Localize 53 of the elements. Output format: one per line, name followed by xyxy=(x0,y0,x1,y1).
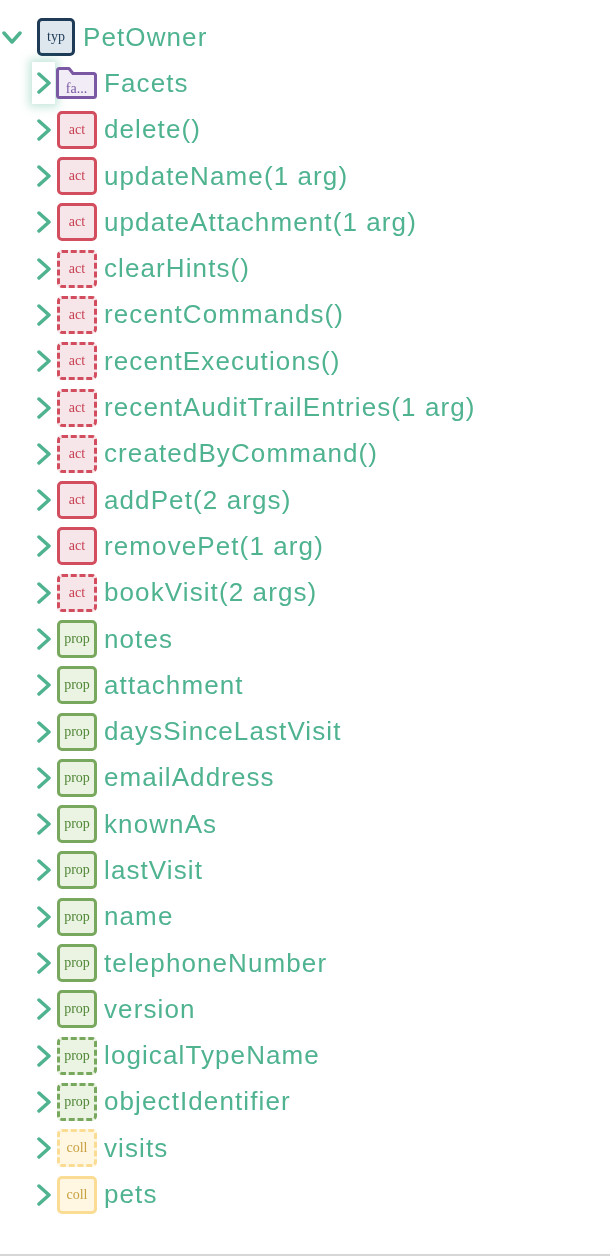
node-label[interactable]: knownAs xyxy=(104,808,218,840)
node-label[interactable]: updateName(1 arg) xyxy=(104,160,349,192)
node-label[interactable]: updateAttachment(1 arg) xyxy=(104,206,417,238)
action-badge: act xyxy=(57,434,97,473)
node-label[interactable]: name xyxy=(104,901,174,933)
folder-badge: fa... xyxy=(55,67,98,100)
property-badge: prop xyxy=(57,758,97,797)
collection-badge: coll xyxy=(57,1129,97,1168)
node-label[interactable]: attachment xyxy=(104,669,244,701)
action-badge: act xyxy=(57,157,97,196)
action-badge: act xyxy=(57,295,97,334)
node-label[interactable]: bookVisit(2 args) xyxy=(104,577,318,609)
action-badge: act xyxy=(57,203,97,242)
node-label[interactable]: recentExecutions() xyxy=(104,345,341,377)
node-label[interactable]: removePet(1 arg) xyxy=(104,530,324,562)
property-badge: prop xyxy=(57,990,97,1029)
node-label[interactable]: clearHints() xyxy=(104,253,251,285)
node-label[interactable]: emailAddress xyxy=(104,762,275,794)
expand-toggle[interactable] xyxy=(32,62,55,105)
action-badge: act xyxy=(57,527,97,566)
action-badge: act xyxy=(57,342,97,381)
property-badge: prop xyxy=(57,944,97,983)
action-badge: act xyxy=(57,388,97,427)
action-badge: act xyxy=(57,110,97,149)
action-badge: act xyxy=(57,573,97,612)
property-badge: prop xyxy=(57,712,97,751)
node-label[interactable]: addPet(2 args) xyxy=(104,484,292,516)
node-label[interactable]: objectIdentifier xyxy=(104,1086,291,1118)
node-label[interactable]: Facets xyxy=(104,67,189,99)
node-label[interactable]: version xyxy=(104,993,196,1025)
action-badge: act xyxy=(57,249,97,288)
node-label[interactable]: lastVisit xyxy=(104,855,203,886)
property-badge: prop xyxy=(57,1036,97,1075)
node-label[interactable]: telephoneNumber xyxy=(104,947,328,979)
property-badge: prop xyxy=(57,851,97,890)
type-badge: typ xyxy=(37,18,75,57)
node-label[interactable]: visits xyxy=(104,1132,169,1164)
node-label[interactable]: logicalTypeName xyxy=(104,1040,320,1072)
node-label[interactable]: createdByCommand() xyxy=(104,438,379,470)
node-label[interactable]: recentCommands() xyxy=(104,299,345,331)
node-label[interactable]: daysSinceLastVisit xyxy=(104,716,342,748)
collection-badge: coll xyxy=(57,1175,97,1214)
property-badge: prop xyxy=(57,620,97,658)
property-badge: prop xyxy=(57,1082,97,1121)
property-badge: prop xyxy=(57,805,97,844)
property-badge: prop xyxy=(57,897,97,936)
action-badge: act xyxy=(57,481,97,520)
property-badge: prop xyxy=(57,666,97,705)
node-label[interactable]: recentAuditTrailEntries(1 arg) xyxy=(104,392,476,423)
node-label[interactable]: PetOwner xyxy=(83,21,208,53)
node-label[interactable]: pets xyxy=(104,1179,158,1211)
node-label[interactable]: delete() xyxy=(104,114,201,146)
node-label[interactable]: notes xyxy=(104,623,174,655)
